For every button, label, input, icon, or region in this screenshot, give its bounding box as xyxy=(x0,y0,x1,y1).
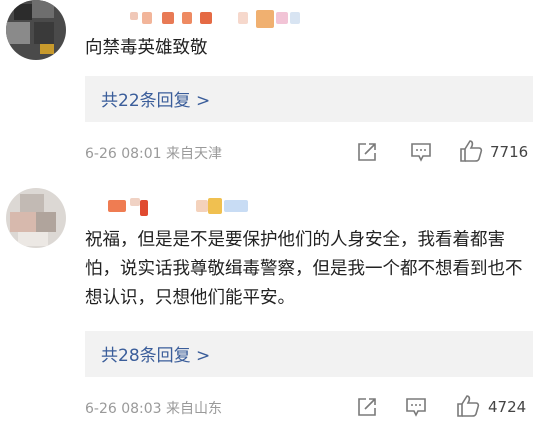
like-count: 7716 xyxy=(490,143,529,161)
comment-meta: 6-26 08:03 来自山东 xyxy=(85,398,222,418)
comment-location: 来自山东 xyxy=(166,401,223,417)
comment-icon[interactable] xyxy=(410,141,432,163)
replies-box[interactable]: 共22条回复 > xyxy=(85,76,533,122)
comment-text: 向禁毒英雄致敬 xyxy=(85,38,208,58)
replies-box[interactable]: 共28条回复 > xyxy=(85,331,533,377)
replies-link[interactable]: 共28条回复 > xyxy=(101,341,210,366)
avatar[interactable] xyxy=(6,0,66,60)
like-icon[interactable] xyxy=(458,138,484,164)
comment-location: 来自天津 xyxy=(166,146,223,162)
comment-date: 6-26 08:03 xyxy=(85,401,162,417)
like-count: 4724 xyxy=(488,398,527,416)
share-icon[interactable] xyxy=(356,141,378,163)
comment-date: 6-26 08:01 xyxy=(85,146,162,162)
share-icon[interactable] xyxy=(356,396,378,418)
comment-meta: 6-26 08:01 来自天津 xyxy=(85,143,222,163)
comment-icon[interactable] xyxy=(405,396,427,418)
like-icon[interactable] xyxy=(455,393,481,419)
replies-link[interactable]: 共22条回复 > xyxy=(101,86,210,111)
avatar[interactable] xyxy=(6,188,66,248)
comment-text: 祝福，但是是不是要保护他们的人身安全，我看着都害怕，说实话我尊敬缉毒警察，但是我… xyxy=(85,230,523,308)
